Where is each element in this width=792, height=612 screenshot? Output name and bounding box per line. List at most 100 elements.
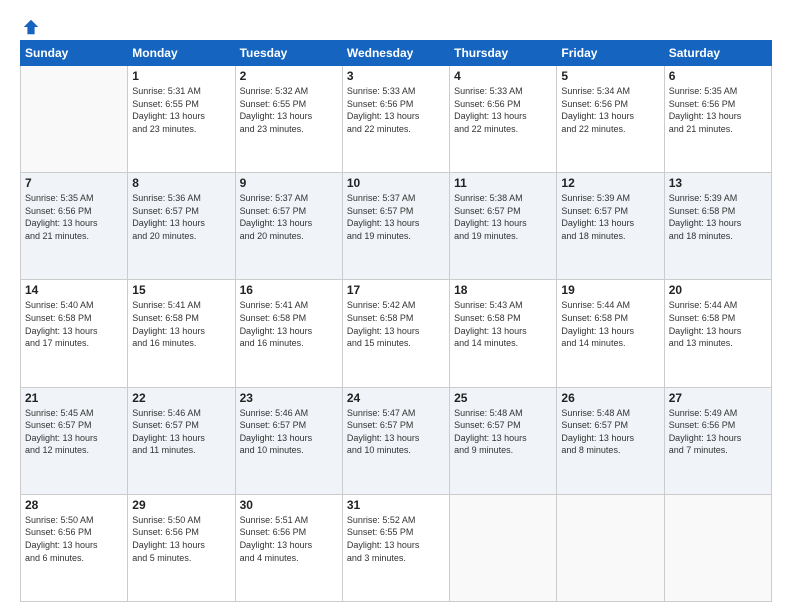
- day-number: 22: [132, 391, 230, 405]
- calendar-cell: 19 Sunrise: 5:44 AM Sunset: 6:58 PM Dayli…: [557, 280, 664, 387]
- col-header-wednesday: Wednesday: [342, 41, 449, 66]
- day-number: 12: [561, 176, 659, 190]
- day-info: Sunrise: 5:33 AM Sunset: 6:56 PM Dayligh…: [347, 85, 445, 135]
- day-number: 14: [25, 283, 123, 297]
- calendar-cell: 30 Sunrise: 5:51 AM Sunset: 6:56 PM Dayli…: [235, 494, 342, 601]
- day-info: Sunrise: 5:45 AM Sunset: 6:57 PM Dayligh…: [25, 407, 123, 457]
- day-info: Sunrise: 5:35 AM Sunset: 6:56 PM Dayligh…: [25, 192, 123, 242]
- calendar-cell: [664, 494, 771, 601]
- calendar-cell: 4Sunrise: 5:33 AM Sunset: 6:56 PM Daylig…: [450, 66, 557, 173]
- calendar-cell: [557, 494, 664, 601]
- day-info: Sunrise: 5:52 AM Sunset: 6:55 PM Dayligh…: [347, 514, 445, 564]
- day-info: Sunrise: 5:41 AM Sunset: 6:58 PM Dayligh…: [240, 299, 338, 349]
- day-info: Sunrise: 5:42 AM Sunset: 6:58 PM Dayligh…: [347, 299, 445, 349]
- col-header-sunday: Sunday: [21, 41, 128, 66]
- day-info: Sunrise: 5:50 AM Sunset: 6:56 PM Dayligh…: [132, 514, 230, 564]
- day-number: 6: [669, 69, 767, 83]
- calendar-cell: 21 Sunrise: 5:45 AM Sunset: 6:57 PM Dayli…: [21, 387, 128, 494]
- day-info: Sunrise: 5:44 AM Sunset: 6:58 PM Dayligh…: [669, 299, 767, 349]
- day-number: 30: [240, 498, 338, 512]
- col-header-saturday: Saturday: [664, 41, 771, 66]
- calendar-table: SundayMondayTuesdayWednesdayThursdayFrid…: [20, 40, 772, 602]
- day-number: 7: [25, 176, 123, 190]
- col-header-thursday: Thursday: [450, 41, 557, 66]
- calendar-cell: [21, 66, 128, 173]
- day-info: Sunrise: 5:41 AM Sunset: 6:58 PM Dayligh…: [132, 299, 230, 349]
- calendar-cell: 27Sunrise: 5:49 AM Sunset: 6:56 PM Dayli…: [664, 387, 771, 494]
- day-number: 8: [132, 176, 230, 190]
- day-number: 16: [240, 283, 338, 297]
- logo: [20, 18, 40, 32]
- day-number: 11: [454, 176, 552, 190]
- calendar-cell: 1 Sunrise: 5:31 AM Sunset: 6:55 PM Daylig…: [128, 66, 235, 173]
- day-number: 4: [454, 69, 552, 83]
- day-info: Sunrise: 5:35 AM Sunset: 6:56 PM Dayligh…: [669, 85, 767, 135]
- col-header-tuesday: Tuesday: [235, 41, 342, 66]
- day-info: Sunrise: 5:36 AM Sunset: 6:57 PM Dayligh…: [132, 192, 230, 242]
- day-info: Sunrise: 5:34 AM Sunset: 6:56 PM Dayligh…: [561, 85, 659, 135]
- calendar-cell: 29 Sunrise: 5:50 AM Sunset: 6:56 PM Dayli…: [128, 494, 235, 601]
- calendar-cell: 5 Sunrise: 5:34 AM Sunset: 6:56 PM Daylig…: [557, 66, 664, 173]
- calendar-cell: 18 Sunrise: 5:43 AM Sunset: 6:58 PM Dayli…: [450, 280, 557, 387]
- day-number: 29: [132, 498, 230, 512]
- day-number: 20: [669, 283, 767, 297]
- day-info: Sunrise: 5:44 AM Sunset: 6:58 PM Dayligh…: [561, 299, 659, 349]
- day-info: Sunrise: 5:37 AM Sunset: 6:57 PM Dayligh…: [347, 192, 445, 242]
- calendar-cell: 28 Sunrise: 5:50 AM Sunset: 6:56 PM Dayli…: [21, 494, 128, 601]
- calendar-cell: 11Sunrise: 5:38 AM Sunset: 6:57 PM Dayli…: [450, 173, 557, 280]
- day-number: 9: [240, 176, 338, 190]
- day-number: 31: [347, 498, 445, 512]
- calendar-cell: 24Sunrise: 5:47 AM Sunset: 6:57 PM Dayli…: [342, 387, 449, 494]
- calendar-cell: 12 Sunrise: 5:39 AM Sunset: 6:57 PM Dayli…: [557, 173, 664, 280]
- calendar-cell: 20 Sunrise: 5:44 AM Sunset: 6:58 PM Dayli…: [664, 280, 771, 387]
- logo-text: [20, 18, 40, 36]
- day-info: Sunrise: 5:37 AM Sunset: 6:57 PM Dayligh…: [240, 192, 338, 242]
- calendar-cell: [450, 494, 557, 601]
- day-number: 15: [132, 283, 230, 297]
- day-number: 23: [240, 391, 338, 405]
- day-info: Sunrise: 5:49 AM Sunset: 6:56 PM Dayligh…: [669, 407, 767, 457]
- calendar-cell: 16 Sunrise: 5:41 AM Sunset: 6:58 PM Dayli…: [235, 280, 342, 387]
- day-info: Sunrise: 5:50 AM Sunset: 6:56 PM Dayligh…: [25, 514, 123, 564]
- calendar-cell: 3 Sunrise: 5:33 AM Sunset: 6:56 PM Daylig…: [342, 66, 449, 173]
- day-number: 28: [25, 498, 123, 512]
- day-number: 1: [132, 69, 230, 83]
- calendar-cell: 22 Sunrise: 5:46 AM Sunset: 6:57 PM Dayli…: [128, 387, 235, 494]
- calendar-cell: 17 Sunrise: 5:42 AM Sunset: 6:58 PM Dayli…: [342, 280, 449, 387]
- day-info: Sunrise: 5:46 AM Sunset: 6:57 PM Dayligh…: [240, 407, 338, 457]
- day-number: 25: [454, 391, 552, 405]
- day-info: Sunrise: 5:43 AM Sunset: 6:58 PM Dayligh…: [454, 299, 552, 349]
- day-number: 18: [454, 283, 552, 297]
- day-info: Sunrise: 5:48 AM Sunset: 6:57 PM Dayligh…: [561, 407, 659, 457]
- day-number: 17: [347, 283, 445, 297]
- day-number: 2: [240, 69, 338, 83]
- calendar-cell: 8 Sunrise: 5:36 AM Sunset: 6:57 PM Daylig…: [128, 173, 235, 280]
- day-number: 13: [669, 176, 767, 190]
- day-number: 3: [347, 69, 445, 83]
- day-info: Sunrise: 5:40 AM Sunset: 6:58 PM Dayligh…: [25, 299, 123, 349]
- calendar-cell: 26Sunrise: 5:48 AM Sunset: 6:57 PM Dayli…: [557, 387, 664, 494]
- day-info: Sunrise: 5:39 AM Sunset: 6:58 PM Dayligh…: [669, 192, 767, 242]
- header: [20, 18, 772, 32]
- calendar-cell: 13 Sunrise: 5:39 AM Sunset: 6:58 PM Dayli…: [664, 173, 771, 280]
- logo-icon: [22, 18, 40, 36]
- day-number: 5: [561, 69, 659, 83]
- day-info: Sunrise: 5:46 AM Sunset: 6:57 PM Dayligh…: [132, 407, 230, 457]
- day-info: Sunrise: 5:31 AM Sunset: 6:55 PM Dayligh…: [132, 85, 230, 135]
- col-header-friday: Friday: [557, 41, 664, 66]
- day-number: 21: [25, 391, 123, 405]
- calendar-cell: 2 Sunrise: 5:32 AM Sunset: 6:55 PM Daylig…: [235, 66, 342, 173]
- day-info: Sunrise: 5:32 AM Sunset: 6:55 PM Dayligh…: [240, 85, 338, 135]
- day-number: 24: [347, 391, 445, 405]
- calendar-cell: 23 Sunrise: 5:46 AM Sunset: 6:57 PM Dayli…: [235, 387, 342, 494]
- day-info: Sunrise: 5:48 AM Sunset: 6:57 PM Dayligh…: [454, 407, 552, 457]
- calendar-cell: 31 Sunrise: 5:52 AM Sunset: 6:55 PM Dayli…: [342, 494, 449, 601]
- day-info: Sunrise: 5:51 AM Sunset: 6:56 PM Dayligh…: [240, 514, 338, 564]
- calendar-cell: 7 Sunrise: 5:35 AM Sunset: 6:56 PM Daylig…: [21, 173, 128, 280]
- day-number: 19: [561, 283, 659, 297]
- calendar-cell: 15 Sunrise: 5:41 AM Sunset: 6:58 PM Dayli…: [128, 280, 235, 387]
- day-info: Sunrise: 5:39 AM Sunset: 6:57 PM Dayligh…: [561, 192, 659, 242]
- calendar-cell: 25 Sunrise: 5:48 AM Sunset: 6:57 PM Dayli…: [450, 387, 557, 494]
- calendar-cell: 9 Sunrise: 5:37 AM Sunset: 6:57 PM Daylig…: [235, 173, 342, 280]
- calendar-cell: 14 Sunrise: 5:40 AM Sunset: 6:58 PM Dayli…: [21, 280, 128, 387]
